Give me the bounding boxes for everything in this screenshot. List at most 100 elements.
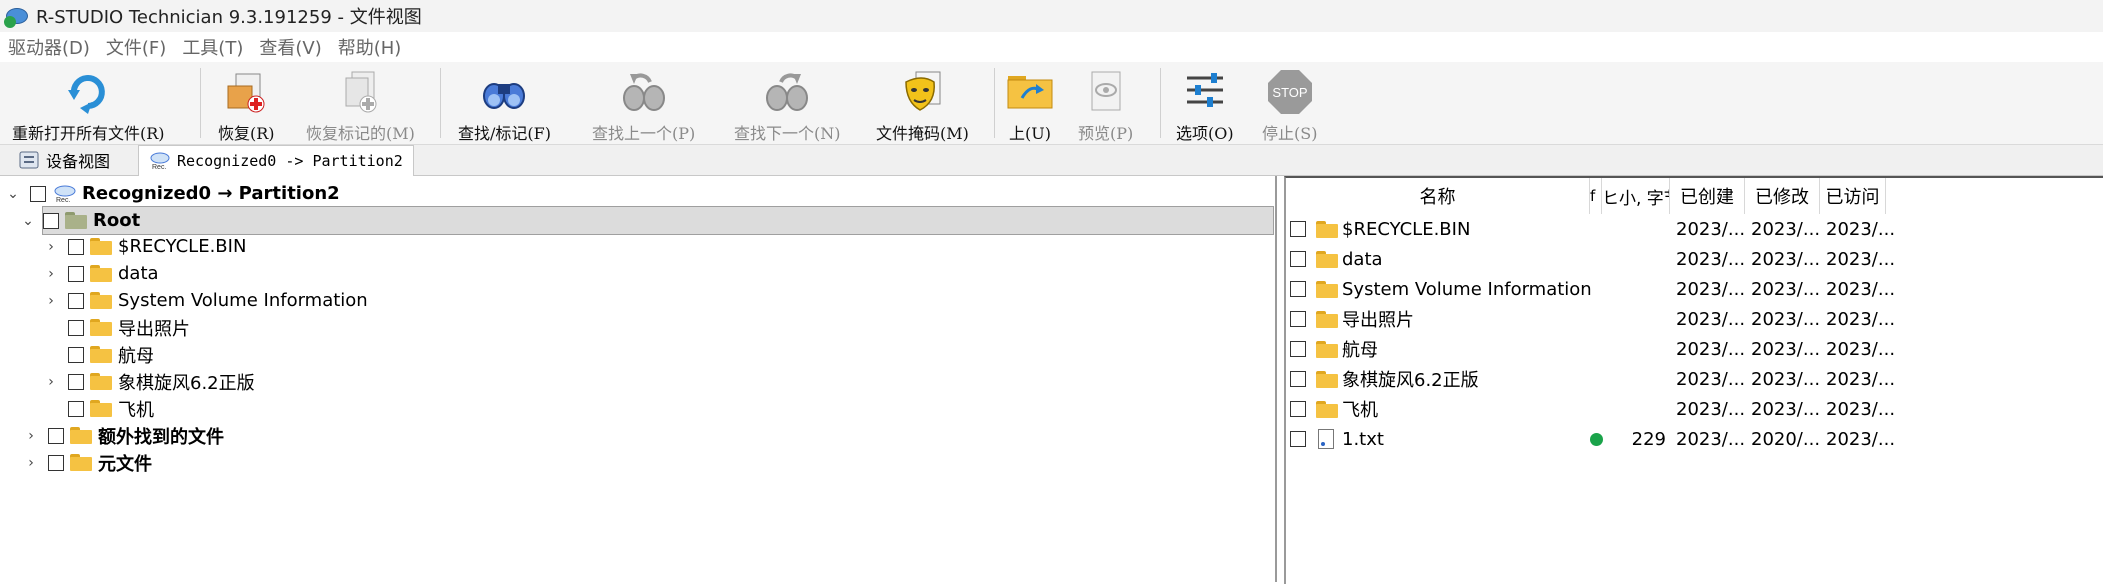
created-date: 2023/... (1676, 248, 1746, 270)
tree-item[interactable]: › $RECYCLE.BIN (44, 233, 246, 260)
chevron-down-icon[interactable]: ⌄ (21, 214, 35, 228)
preview-icon (1082, 68, 1130, 116)
checkbox[interactable] (43, 212, 59, 229)
tree-item-extra-found[interactable]: › 额外找到的文件 (24, 422, 224, 449)
list-item[interactable]: 航母 2023/... 2023/... 2023/... (1286, 334, 1906, 364)
checkbox[interactable] (48, 427, 64, 444)
list-item[interactable]: $RECYCLE.BIN 2023/... 2023/... 2023/... (1286, 214, 1906, 244)
tree-item-label: 导出照片 (118, 318, 190, 340)
stop-icon-text: STOP (1272, 85, 1307, 100)
find-next-button[interactable]: 查找下一个(N) (734, 68, 841, 143)
chevron-right-icon[interactable]: › (24, 456, 38, 470)
tree-item-meta-files[interactable]: › 元文件 (24, 449, 152, 476)
device-view-icon (18, 150, 40, 170)
file-mask-button[interactable]: 文件掩码(M) (876, 68, 969, 143)
app-logo-icon (4, 4, 28, 28)
column-header-label: ヒ小, 字节 (1602, 188, 1669, 209)
file-mask-label: 文件掩码(M) (876, 124, 969, 143)
column-header-label: 已修改 (1755, 187, 1809, 208)
chevron-right-icon[interactable]: › (24, 429, 38, 443)
modified-date: 2023/... (1751, 278, 1821, 300)
title-bar: R-STUDIO Technician 9.3.191259 - 文件视图 (0, 0, 2103, 32)
folder-icon (90, 292, 112, 309)
reopen-all-files-button[interactable]: 重新打开所有文件(R) (12, 68, 165, 143)
tree-root-node[interactable]: ⌄ Rec. Recognized0 → Partition2 (6, 180, 340, 207)
checkbox[interactable] (68, 238, 84, 255)
column-header-accessed[interactable]: 已访问 (1820, 178, 1886, 214)
tab-partition-view[interactable]: Rec. Recognized0 -> Partition2 (138, 145, 414, 176)
folder-icon (1316, 250, 1338, 268)
checkbox[interactable] (1290, 341, 1306, 357)
tree-item[interactable]: › data (44, 260, 158, 287)
folder-icon (1316, 280, 1338, 298)
column-header-modified[interactable]: 已修改 (1745, 178, 1820, 214)
options-button[interactable]: 选项(O) (1176, 68, 1234, 143)
checkbox[interactable] (68, 265, 84, 282)
column-header-status[interactable]: f (1590, 178, 1602, 214)
list-item[interactable]: 飞机 2023/... 2023/... 2023/... (1286, 394, 1906, 424)
list-item[interactable]: 象棋旋风6.2正版 2023/... 2023/... 2023/... (1286, 364, 1906, 394)
preview-button[interactable]: 预览(P) (1078, 68, 1133, 143)
tree-item-root[interactable]: ⌄ Root (22, 206, 1274, 235)
checkbox[interactable] (1290, 251, 1306, 267)
checkbox[interactable] (68, 292, 84, 309)
file-name: $RECYCLE.BIN (1342, 218, 1471, 240)
recognized-disk-icon: Rec. (52, 184, 78, 204)
file-name: System Volume Information (1342, 278, 1592, 300)
list-item[interactable]: data 2023/... 2023/... 2023/... (1286, 244, 1906, 274)
up-button[interactable]: 上(U) (1006, 68, 1054, 143)
find-mark-label: 查找/标记(F) (458, 124, 551, 143)
find-next-label: 查找下一个(N) (734, 124, 841, 143)
checkbox[interactable] (68, 319, 84, 336)
menu-view[interactable]: 查看(V) (251, 34, 329, 60)
checkbox[interactable] (68, 400, 84, 417)
recover-marked-button[interactable]: 恢复标记的(M) (306, 68, 415, 143)
checkbox[interactable] (1290, 221, 1306, 237)
recover-button[interactable]: 恢复(R) (218, 68, 275, 143)
find-previous-button[interactable]: 查找上一个(P) (592, 68, 696, 143)
chevron-right-icon[interactable]: › (44, 375, 58, 389)
checkbox[interactable] (68, 346, 84, 363)
tree-item[interactable]: 飞机 (44, 395, 154, 422)
checkbox[interactable] (1290, 431, 1306, 447)
checkbox[interactable] (30, 185, 46, 202)
chevron-right-icon[interactable]: › (44, 267, 58, 281)
tree-item[interactable]: › System Volume Information (44, 287, 368, 314)
tree-root-label: Recognized0 → Partition2 (82, 183, 340, 204)
checkbox[interactable] (1290, 401, 1306, 417)
toolbar-divider (440, 68, 441, 138)
checkbox[interactable] (68, 373, 84, 390)
file-name: data (1342, 248, 1383, 270)
column-header-created[interactable]: 已创建 (1670, 178, 1745, 214)
checkbox[interactable] (1290, 371, 1306, 387)
checkbox[interactable] (1290, 311, 1306, 327)
chevron-down-icon[interactable]: ⌄ (6, 187, 20, 201)
list-item[interactable]: 导出照片 2023/... 2023/... 2023/... (1286, 304, 1906, 334)
tree-item[interactable]: 导出照片 (44, 314, 190, 341)
folder-icon (65, 212, 87, 229)
tree-item-label: 航母 (118, 345, 154, 367)
menu-help[interactable]: 帮助(H) (330, 34, 410, 60)
tab-device-view[interactable]: 设备视图 (8, 145, 120, 175)
recover-marked-label: 恢复标记的(M) (306, 124, 415, 143)
column-header-name[interactable]: 名称 (1286, 178, 1590, 214)
recover-marked-icon (336, 68, 384, 116)
file-list-panel: 名称 f ヒ小, 字节 已创建 已修改 已访问 $RECYCLE.BIN 202… (1284, 176, 2103, 584)
checkbox[interactable] (48, 454, 64, 471)
tree-item[interactable]: › 象棋旋风6.2正版 (44, 368, 254, 395)
find-mark-button[interactable]: 查找/标记(F) (458, 68, 551, 143)
checkbox[interactable] (1290, 281, 1306, 297)
menu-tools[interactable]: 工具(T) (174, 34, 251, 60)
list-item[interactable]: 1.txt 229 2023/... 2020/... 2023/... (1286, 424, 1906, 454)
list-item[interactable]: System Volume Information 2023/... 2023/… (1286, 274, 1906, 304)
chevron-right-icon[interactable]: › (44, 294, 58, 308)
modified-date: 2023/... (1751, 368, 1821, 390)
tree-item[interactable]: 航母 (44, 341, 154, 368)
menu-file[interactable]: 文件(F) (98, 34, 174, 60)
column-header-size[interactable]: ヒ小, 字节 (1602, 178, 1670, 214)
menu-drive[interactable]: 驱动器(D) (0, 34, 98, 60)
chevron-right-icon[interactable]: › (44, 240, 58, 254)
file-name: 导出照片 (1342, 310, 1414, 331)
stop-button[interactable]: STOP 停止(S) (1262, 68, 1317, 143)
find-previous-label: 查找上一个(P) (592, 124, 696, 143)
